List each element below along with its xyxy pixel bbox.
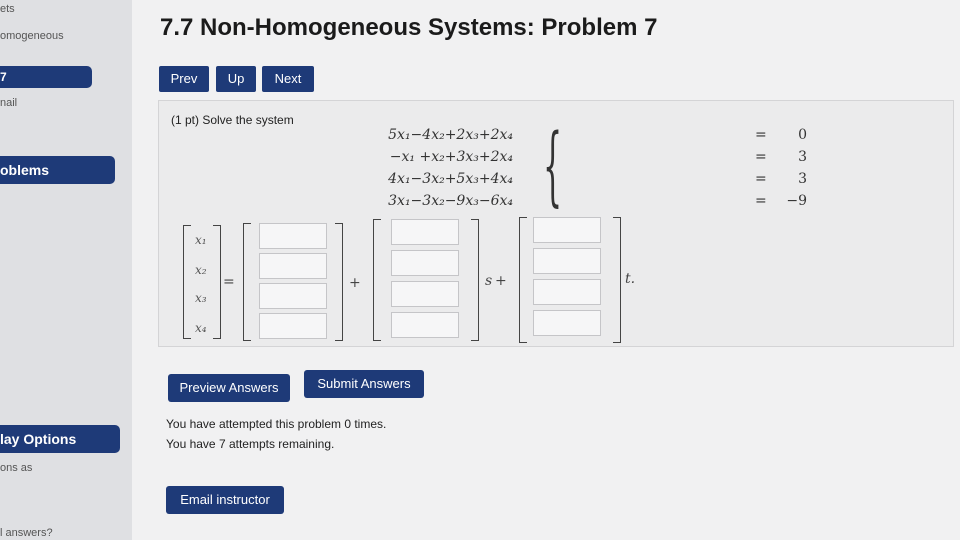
- equation-system: { 5x₁−4x₂+2x₃+2x₄ = 0 −x₁ +x₂+3x₃+2x₄ = …: [388, 116, 807, 216]
- answer-input-v2-4[interactable]: [391, 312, 459, 338]
- sidebar-item-sets[interactable]: ets: [0, 3, 15, 15]
- vector-1-bracket-right: [335, 223, 343, 341]
- sidebar-item-email[interactable]: nail: [0, 97, 17, 109]
- sidebar-item-answers: l answers?: [0, 527, 53, 539]
- problem-box: (1 pt) Solve the system { 5x₁−4x₂+2x₃+2x…: [158, 100, 954, 347]
- attempts-remaining-text: You have 7 attempts remaining.: [166, 437, 335, 451]
- vector-2-bracket-right: [471, 219, 479, 341]
- param-t: t.: [625, 271, 636, 287]
- preview-answers-button[interactable]: Preview Answers: [168, 374, 290, 402]
- var-x3: x₃: [195, 291, 207, 305]
- sidebar-item-problems[interactable]: oblems: [0, 156, 115, 184]
- param-s: s: [485, 273, 493, 289]
- problem-prompt: (1 pt) Solve the system: [171, 113, 294, 127]
- up-button[interactable]: Up: [216, 66, 256, 92]
- sidebar-item-show-as: ons as: [0, 462, 33, 474]
- answer-input-v3-3[interactable]: [533, 279, 601, 305]
- plus-sign: +: [495, 273, 507, 289]
- prev-button[interactable]: Prev: [159, 66, 209, 92]
- sidebar: ets omogeneous 7 nail oblems lay Options…: [0, 0, 132, 540]
- vector-x-bracket-right: [213, 225, 221, 339]
- answer-input-v2-2[interactable]: [391, 250, 459, 276]
- vector-x-bracket-left: [183, 225, 191, 339]
- next-button[interactable]: Next: [262, 66, 314, 92]
- answer-input-v3-1[interactable]: [533, 217, 601, 243]
- answer-input-v2-1[interactable]: [391, 219, 459, 245]
- attempt-count-text: You have attempted this problem 0 times.: [166, 417, 387, 431]
- vector-3-bracket-left: [519, 217, 527, 343]
- submit-answers-button[interactable]: Submit Answers: [304, 370, 424, 398]
- var-x1: x₁: [195, 233, 207, 247]
- left-brace: {: [543, 116, 563, 216]
- sidebar-item-homogeneous[interactable]: omogeneous: [0, 30, 64, 42]
- answer-input-v1-1[interactable]: [259, 223, 327, 249]
- var-x2: x₂: [195, 263, 207, 277]
- sidebar-item-current-problem[interactable]: 7: [0, 66, 92, 88]
- page-title: 7.7 Non-Homogeneous Systems: Problem 7: [160, 14, 658, 41]
- answer-input-v1-2[interactable]: [259, 253, 327, 279]
- email-instructor-button[interactable]: Email instructor: [166, 486, 284, 514]
- answer-input-v3-4[interactable]: [533, 310, 601, 336]
- answer-input-v1-3[interactable]: [259, 283, 327, 309]
- answer-input-v1-4[interactable]: [259, 313, 327, 339]
- sidebar-item-display-options[interactable]: lay Options: [0, 425, 120, 453]
- vector-1-bracket-left: [243, 223, 251, 341]
- main-content: 7.7 Non-Homogeneous Systems: Problem 7 P…: [132, 0, 960, 540]
- vector-3-bracket-right: [613, 217, 621, 343]
- plus-sign: +: [349, 275, 361, 291]
- var-x4: x₄: [195, 321, 207, 335]
- answer-input-v2-3[interactable]: [391, 281, 459, 307]
- answer-input-v3-2[interactable]: [533, 248, 601, 274]
- equals-sign: =: [223, 274, 235, 290]
- vector-2-bracket-left: [373, 219, 381, 341]
